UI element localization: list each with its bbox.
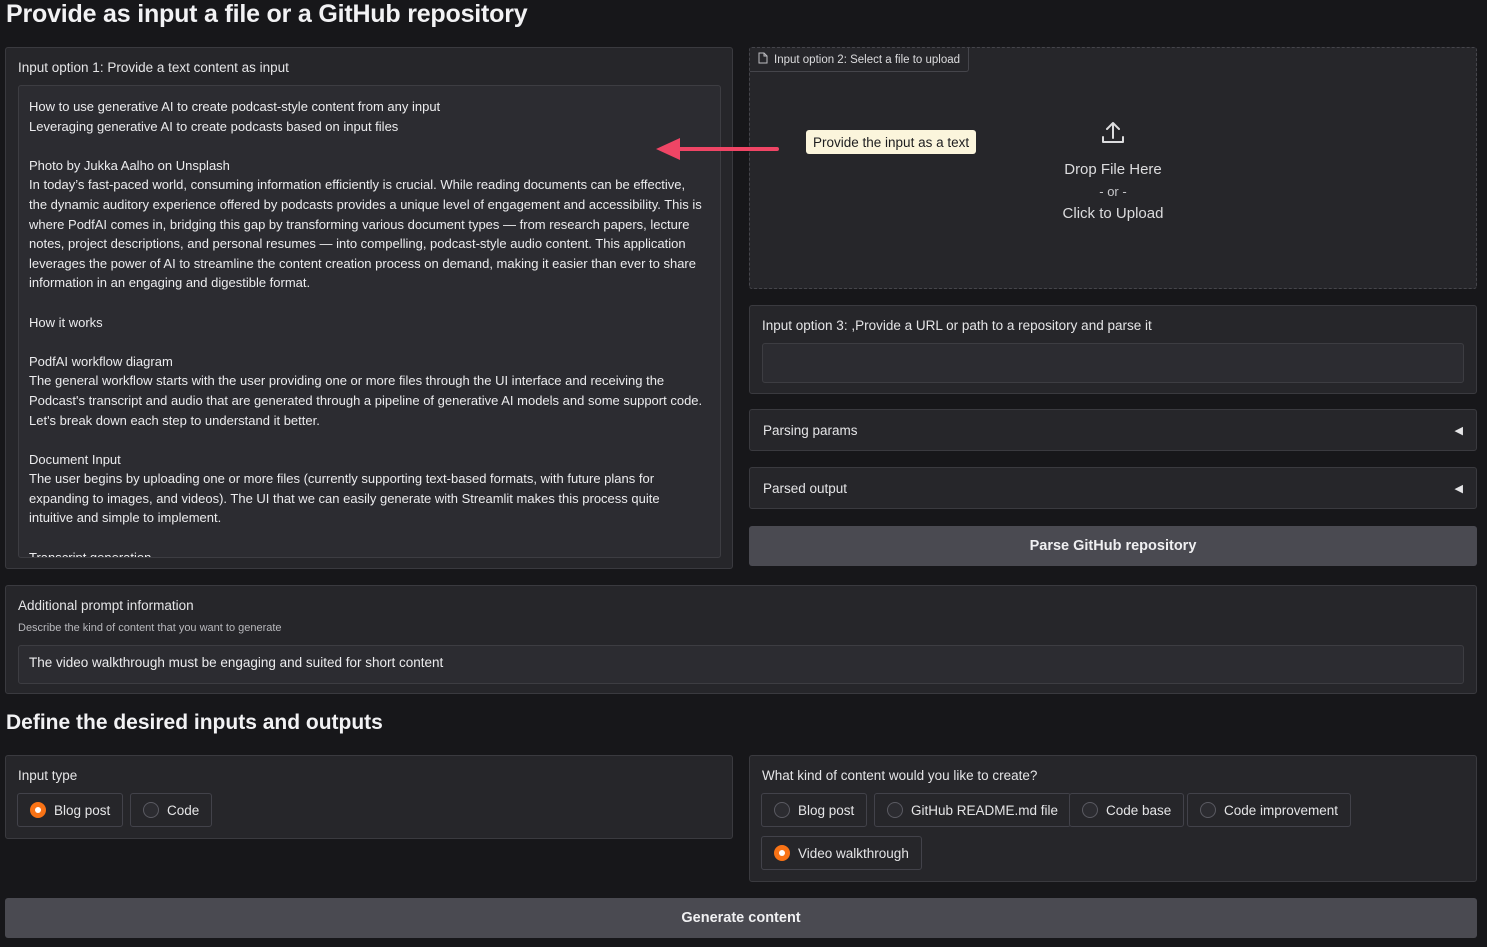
radio-label: GitHub README.md file [911, 802, 1059, 818]
content-option-video-walkthrough[interactable]: Video walkthrough [761, 836, 922, 870]
radio-unselected-icon [1082, 802, 1098, 818]
textarea-line: leverages the power of AI to streamline … [29, 255, 696, 271]
textarea-line: In today’s fast-paced world, consuming i… [29, 177, 686, 193]
radio-label: Code base [1106, 802, 1172, 818]
input-type-label: Input type [18, 768, 78, 783]
triangle-left-icon: ◀ [1454, 482, 1463, 495]
text-input-label: Input option 1: Provide a text content a… [18, 60, 289, 75]
upload-tab-label: Input option 2: Select a file to upload [774, 53, 961, 66]
radio-unselected-icon [143, 802, 159, 818]
repo-url-label: Input option 3: ,Provide a URL or path t… [762, 318, 1152, 333]
content-option-blog-post[interactable]: Blog post [761, 793, 868, 827]
text-input-panel: Input option 1: Provide a text content a… [5, 47, 733, 569]
radio-unselected-icon [1200, 802, 1216, 818]
textarea-line: Let's break down each step to understand… [29, 412, 320, 428]
textarea-line: Photo by Jukka Aalho on Unsplash [29, 157, 230, 173]
content-option-code-improvement[interactable]: Code improvement [1187, 793, 1352, 827]
input-type-option-code[interactable]: Code [130, 793, 213, 827]
textarea-line: Podcast's transcript and audio that are … [29, 392, 703, 408]
additional-prompt-panel: Additional prompt information Describe t… [5, 585, 1477, 694]
section-title: Define the desired inputs and outputs [6, 711, 383, 734]
textarea-line [29, 528, 710, 548]
textarea-line: intuitive and simple to implement. [29, 510, 222, 526]
textarea-line [29, 293, 710, 313]
textarea-line: How it works [29, 314, 103, 330]
file-icon [758, 52, 768, 67]
content-kind-label: What kind of content would you like to c… [762, 768, 1038, 783]
annotation-tooltip: Provide the input as a text [806, 130, 977, 154]
radio-selected-icon [30, 802, 46, 818]
textarea-line [29, 136, 710, 156]
textarea-line: information in an engaging and digestibl… [29, 275, 311, 291]
repo-url-input[interactable] [762, 343, 1464, 383]
textarea-line: the dynamic auditory experience offered … [29, 196, 702, 212]
parsed-output-label: Parsed output [763, 480, 848, 496]
parsed-output-accordion[interactable]: Parsed output ◀ [749, 467, 1477, 509]
generate-content-button[interactable]: Generate content [5, 898, 1477, 938]
textarea-line: Transcript generation [29, 549, 152, 558]
radio-unselected-icon [774, 802, 790, 818]
content-option-readme[interactable]: GitHub README.md file [874, 793, 1072, 827]
repo-url-panel: Input option 3: ,Provide a URL or path t… [749, 305, 1477, 394]
textarea-line: PodfAI workflow diagram [29, 353, 173, 369]
radio-label: Blog post [798, 802, 855, 818]
content-option-code-base[interactable]: Code base [1069, 793, 1185, 827]
textarea-line: expanding to images, and videos). The UI… [29, 490, 660, 506]
parsing-params-label: Parsing params [763, 422, 858, 438]
text-content-textarea[interactable]: How to use generative AI to create podca… [18, 85, 721, 558]
textarea-line: notes, project descriptions, and persona… [29, 236, 686, 252]
click-to-upload-text[interactable]: Click to Upload [750, 205, 1476, 222]
upload-tab: Input option 2: Select a file to upload [750, 48, 970, 72]
additional-prompt-sublabel: Describe the kind of content that you wa… [18, 622, 282, 634]
textarea-line [29, 332, 710, 352]
textarea-line: Leveraging generative AI to create podca… [29, 118, 399, 134]
or-text: - or - [1099, 184, 1127, 199]
additional-prompt-input[interactable]: The video walkthrough must be engaging a… [18, 645, 1464, 684]
radio-label: Video walkthrough [798, 845, 909, 861]
textarea-line: Document Input [29, 451, 121, 467]
textarea-line: How to use generative AI to create podca… [29, 99, 441, 114]
radio-label: Code improvement [1224, 802, 1339, 818]
file-upload-dropzone[interactable]: Input option 2: Select a file to upload … [749, 47, 1477, 289]
parse-github-button[interactable]: Parse GitHub repository [749, 526, 1477, 566]
triangle-left-icon: ◀ [1454, 424, 1463, 437]
radio-selected-icon [774, 845, 790, 861]
textarea-line: The user begins by uploading one or more… [29, 471, 655, 487]
arrow-left-icon [656, 138, 779, 160]
radio-unselected-icon [887, 802, 903, 818]
additional-prompt-label: Additional prompt information [18, 598, 194, 613]
textarea-line [29, 430, 710, 450]
radio-label: Code [167, 802, 200, 818]
textarea-line: The general workflow starts with the use… [29, 373, 665, 389]
textarea-line: where PodfAI comes in, bridging this gap… [29, 216, 690, 232]
parsing-params-accordion[interactable]: Parsing params ◀ [749, 409, 1477, 451]
page-title: Provide as input a file or a GitHub repo… [6, 0, 528, 28]
radio-label: Blog post [54, 802, 111, 818]
input-type-option-blog-post[interactable]: Blog post [17, 793, 124, 827]
drop-file-text: Drop File Here [1064, 161, 1162, 178]
